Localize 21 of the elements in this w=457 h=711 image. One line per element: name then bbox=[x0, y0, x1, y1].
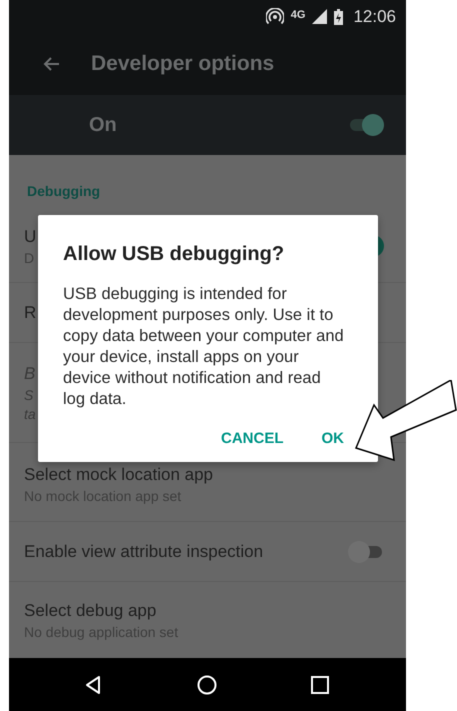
settings-row[interactable]: Enable view attribute inspection bbox=[9, 522, 406, 582]
battery-icon bbox=[334, 8, 344, 24]
row-title: Select debug app bbox=[24, 600, 158, 620]
signal-icon bbox=[312, 9, 328, 24]
row-title: U bbox=[24, 226, 36, 246]
row-title: Enable view attribute inspection bbox=[24, 542, 264, 562]
screen-title: Developer options bbox=[91, 52, 274, 76]
network-type: 4G bbox=[290, 9, 306, 21]
row-title: R bbox=[24, 302, 36, 322]
dialog-message: USB debugging is intended for development purposes only. Use it to copy data between your computer and your device, install apps on your device without notification and read log data. bbox=[63, 284, 344, 410]
toggle-switch[interactable] bbox=[348, 540, 384, 564]
toggle-switch[interactable] bbox=[348, 113, 384, 137]
recents-icon[interactable] bbox=[310, 674, 330, 694]
section-header: Debugging bbox=[26, 182, 102, 201]
back-arrow-icon bbox=[42, 56, 60, 72]
row-title: Select mock location app bbox=[24, 465, 213, 485]
hotspot-icon bbox=[266, 8, 284, 25]
switch-label: On bbox=[89, 114, 117, 136]
dialog-title: Allow USB debugging? bbox=[63, 243, 286, 266]
clock: 12:06 bbox=[353, 6, 396, 26]
home-icon[interactable] bbox=[197, 674, 218, 694]
